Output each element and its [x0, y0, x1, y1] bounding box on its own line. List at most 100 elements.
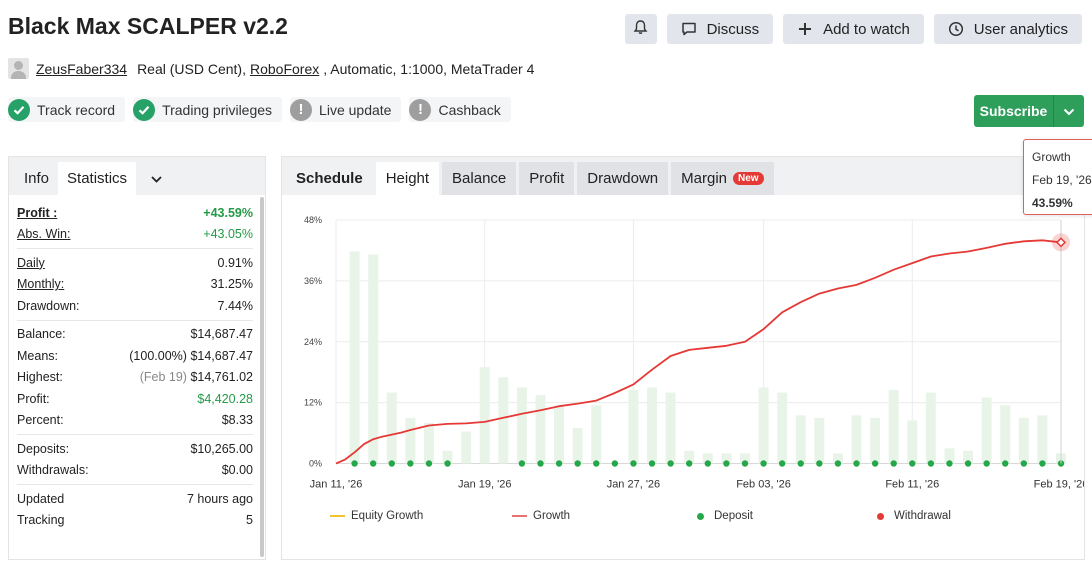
legend-label: Equity Growth	[351, 510, 424, 522]
checkmark-icon	[8, 98, 30, 121]
tab-margin[interactable]: Margin New	[671, 162, 774, 195]
stat-label[interactable]: Daily	[17, 256, 45, 270]
volume-bar	[554, 405, 565, 464]
deposit-marker	[667, 460, 674, 467]
discuss-button[interactable]: Discuss	[666, 14, 774, 44]
tooltip-value: 43.59%	[1032, 196, 1073, 210]
means-percent: (100.00%)	[129, 348, 187, 363]
legend-item-deposit[interactable]: Deposit	[697, 510, 753, 522]
volume-bar	[907, 420, 918, 464]
stat-value: 5	[246, 513, 253, 528]
broker-link[interactable]: RoboForex	[250, 61, 319, 77]
legend-item-withdrawal[interactable]: Withdrawal	[877, 510, 951, 522]
stats-group-meta: Updated 7 hours ago Tracking 5	[17, 485, 253, 534]
volume-bar	[461, 431, 472, 464]
tab-info[interactable]: Info	[15, 162, 58, 195]
volume-bar	[888, 389, 899, 464]
deposit-marker	[630, 460, 637, 467]
stat-row: Profit : +43.59%	[17, 202, 253, 224]
stat-label: Deposits:	[17, 441, 70, 456]
legend-label: Deposit	[714, 510, 753, 522]
volume-bar	[479, 367, 490, 464]
highest-date: (Feb 19)	[139, 370, 187, 385]
notification-bell-button[interactable]	[624, 14, 657, 44]
owner-username-link[interactable]: ZeusFaber334	[36, 61, 127, 77]
stat-label: Updated	[17, 491, 65, 506]
volume-bar	[423, 422, 434, 464]
stat-row: Updated 7 hours ago	[17, 488, 253, 510]
deposit-marker	[946, 460, 953, 467]
volume-bar	[814, 417, 825, 464]
stat-row: Tracking 5	[17, 510, 253, 532]
stat-value: 0.91%	[217, 255, 253, 270]
volume-bar	[386, 392, 397, 464]
volume-bar	[498, 377, 509, 464]
stat-row: Balance: $14,687.47	[17, 324, 253, 346]
tab-statistics[interactable]: Statistics	[58, 162, 137, 195]
badge-live-update: ! Live update	[290, 97, 402, 122]
legend-swatch	[512, 515, 527, 517]
stat-label[interactable]: Profit :	[17, 206, 57, 220]
scrollbar[interactable]	[260, 197, 264, 557]
user-analytics-label: User analytics	[973, 20, 1068, 38]
legend-swatch	[697, 512, 704, 520]
tab-drawdown[interactable]: Drawdown	[577, 162, 669, 195]
tab-more-dropdown[interactable]	[136, 162, 176, 195]
stat-value: 7.44%	[217, 298, 253, 313]
deposit-marker	[444, 460, 451, 467]
stat-row: Highest: (Feb 19) $14,761.02	[17, 367, 253, 389]
deposit-marker	[425, 460, 433, 467]
volume-bar	[758, 387, 769, 464]
legend-item-equity-growth[interactable]: Equity Growth	[330, 510, 423, 522]
stat-row: Abs. Win: +43.05%	[17, 224, 253, 246]
stat-row: Monthly: 31.25%	[17, 274, 253, 296]
deposit-marker	[723, 460, 730, 467]
growth-chart: 0% 12% 24% 36% 48% Jan 11, '26 Jan 19, '26 Jan …	[304, 215, 1084, 491]
volume-bar	[647, 387, 658, 464]
tab-profit[interactable]: Profit	[519, 162, 575, 195]
stat-label[interactable]: Monthly:	[17, 277, 64, 291]
deposit-marker	[555, 460, 563, 467]
x-tick-label: Jan 11, '26	[310, 479, 363, 491]
deposit-marker	[909, 460, 916, 467]
deposit-marker	[1039, 460, 1046, 467]
badge-label: Track record	[37, 101, 116, 118]
badge-label: Live update	[319, 101, 392, 118]
clock-icon	[948, 21, 964, 37]
statistics-panel: Info Statistics Profit : +43.59% Abs. Wi…	[8, 156, 266, 560]
volume-bar	[777, 392, 788, 464]
badge-trading-privileges: Trading privileges	[133, 97, 283, 122]
user-analytics-button[interactable]: User analytics	[933, 14, 1082, 44]
volume-bar	[349, 251, 360, 464]
volume-bar	[925, 392, 936, 464]
stat-value: (Feb 19) $14,761.02	[140, 370, 253, 384]
volume-bar	[535, 395, 546, 464]
tab-balance[interactable]: Balance	[442, 162, 517, 195]
deposit-marker	[611, 460, 619, 467]
volume-bar	[1037, 415, 1048, 464]
legend-item-growth[interactable]: Growth	[512, 510, 570, 522]
means-amount: $14,687.47	[190, 348, 253, 363]
subscribe-button[interactable]: Subscribe	[974, 95, 1084, 127]
stat-label[interactable]: Abs. Win:	[17, 227, 71, 241]
deposit-marker	[1002, 460, 1009, 467]
y-tick-label: 36%	[304, 276, 322, 286]
exclamation-icon: !	[290, 98, 313, 121]
tab-margin-label: Margin	[681, 170, 728, 187]
chevron-down-icon	[1063, 103, 1075, 119]
stat-label: Profit:	[17, 391, 50, 406]
stat-value: $10,265.00	[190, 441, 253, 456]
subscribe-dropdown-toggle[interactable]	[1054, 95, 1084, 127]
deposit-marker	[760, 460, 767, 467]
chevron-down-icon	[150, 170, 162, 187]
highest-amount: $14,761.02	[190, 370, 253, 385]
add-to-watch-button[interactable]: Add to watch	[783, 14, 924, 44]
deposit-marker	[648, 460, 656, 467]
tooltip-series: Growth	[1032, 150, 1071, 164]
stat-value: +43.59%	[203, 205, 253, 220]
tab-schedule[interactable]: Schedule	[286, 162, 373, 195]
deposit-marker	[890, 460, 897, 467]
deposit-marker	[778, 460, 786, 467]
tab-height[interactable]: Height	[375, 162, 440, 195]
legend-label: Growth	[533, 510, 571, 522]
